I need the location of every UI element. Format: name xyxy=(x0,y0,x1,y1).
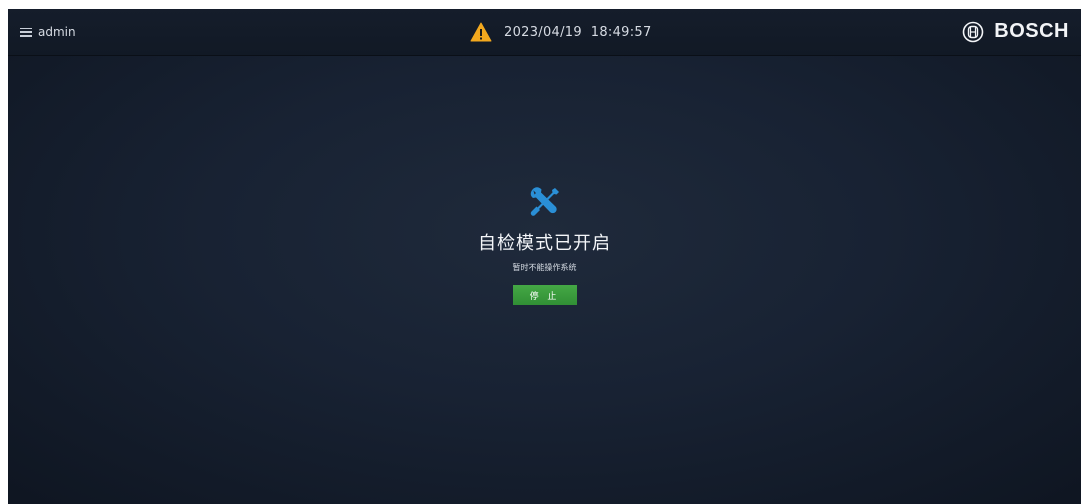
stop-button[interactable]: 停 止 xyxy=(512,285,577,305)
tools-icon xyxy=(530,187,559,216)
top-bar: admin 2023/04/19 18:49:57 BOSCH xyxy=(8,9,1081,56)
bosch-logo-icon xyxy=(962,21,984,42)
datetime-display: 2023/04/19 18:49:57 xyxy=(504,24,652,40)
user-menu-button[interactable]: admin xyxy=(20,23,76,41)
app-screen: admin 2023/04/19 18:49:57 BOSCH 自检模式已开启 … xyxy=(8,9,1081,504)
warning-icon[interactable] xyxy=(470,22,492,42)
self-test-panel: 自检模式已开启 暂时不能操作系统 停 止 xyxy=(8,185,1081,305)
brand-logo: BOSCH xyxy=(962,20,1069,43)
status-area: 2023/04/19 18:49:57 xyxy=(470,21,652,43)
user-name: admin xyxy=(38,25,76,39)
hamburger-icon[interactable] xyxy=(20,27,32,37)
mode-subtitle: 暂时不能操作系统 xyxy=(512,263,577,272)
brand-name: BOSCH xyxy=(994,20,1069,42)
mode-title: 自检模式已开启 xyxy=(478,233,611,254)
